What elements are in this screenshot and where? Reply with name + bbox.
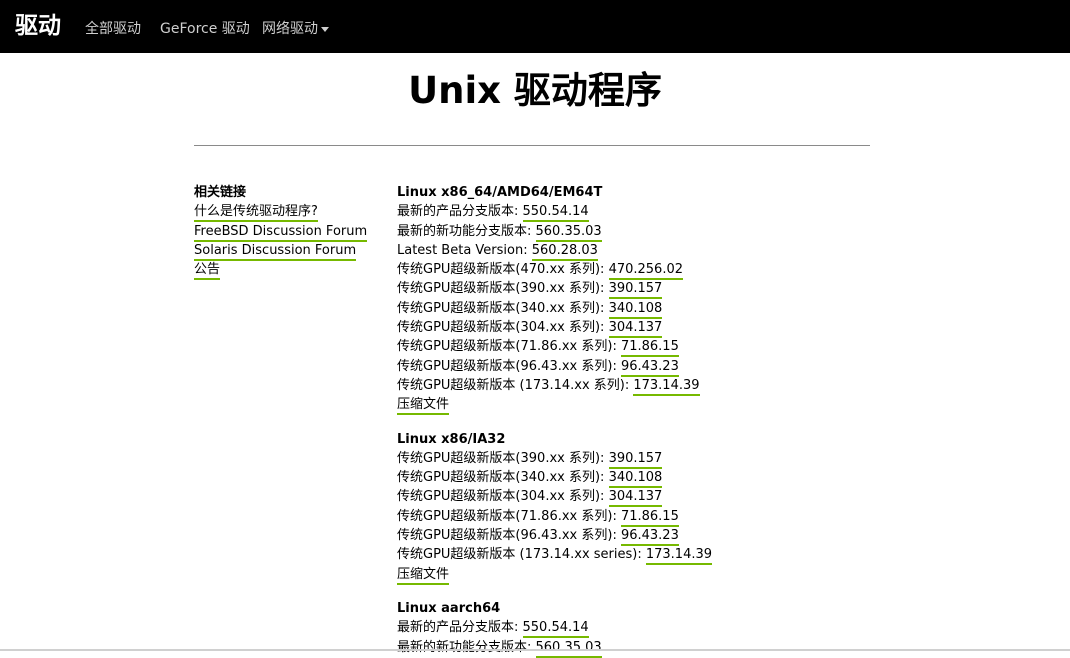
driver-label: 传统GPU超级新版本 (173.14.xx 系列): xyxy=(397,377,634,393)
chevron-down-icon[interactable] xyxy=(321,27,329,32)
driver-label: 传统GPU超级新版本(96.43.xx 系列): xyxy=(397,358,621,374)
nav-geforce-drivers[interactable]: GeForce 驱动 xyxy=(160,20,250,38)
driver-label: 传统GPU超级新版本(470.xx 系列): xyxy=(397,262,609,278)
driver-version-link[interactable]: 340.108 xyxy=(608,300,663,319)
driver-label: 传统GPU超级新版本(340.xx 系列): xyxy=(397,470,609,486)
driver-row: 最新的新功能分支版本: 560.35.03 xyxy=(397,638,877,658)
driver-row: 传统GPU超级新版本(390.xx 系列): 390.157 xyxy=(397,449,877,469)
driver-row: 压缩文件 xyxy=(397,395,877,416)
driver-row: 压缩文件 xyxy=(397,565,877,585)
driver-row: 最新的新功能分支版本: 560.35.03 xyxy=(397,222,877,242)
sidebar-link-freebsd-forum[interactable]: FreeBSD Discussion Forum xyxy=(194,223,368,242)
driver-row: 传统GPU超级新版本(96.43.xx 系列): 96.43.23 xyxy=(397,526,877,547)
driver-version-link[interactable]: 470.256.02 xyxy=(608,262,683,281)
driver-label: 传统GPU超级新版本(304.xx 系列): xyxy=(397,320,609,336)
driver-row: 最新的产品分支版本: 550.54.14 xyxy=(397,202,877,223)
section-title: Linux aarch64 xyxy=(397,600,501,616)
sidebar-heading: 相关链接 xyxy=(194,185,247,200)
driver-label: Latest Beta Version: xyxy=(397,242,532,258)
sidebar-link-legacy-drivers[interactable]: 什么是传统驱动程序? xyxy=(194,204,318,223)
driver-label: 传统GPU超级新版本(340.xx 系列): xyxy=(397,300,609,316)
driver-label: 最新的产品分支版本: xyxy=(397,620,523,636)
driver-label: 最新的新功能分支版本: xyxy=(397,639,536,655)
driver-label: 最新的产品分支版本: xyxy=(397,204,523,220)
nav-network-drivers[interactable]: 网络驱动 xyxy=(262,20,318,38)
driver-version-link[interactable]: 390.157 xyxy=(608,281,663,300)
brand-logo[interactable]: 驱动 xyxy=(15,11,61,41)
divider xyxy=(194,145,870,146)
driver-version-link[interactable]: 550.54.14 xyxy=(522,620,589,639)
driver-row: 传统GPU超级新版本(304.xx 系列): 304.137 xyxy=(397,487,877,508)
driver-version-link[interactable]: 550.54.14 xyxy=(522,204,589,223)
sidebar-link-solaris-forum[interactable]: Solaris Discussion Forum xyxy=(194,242,357,261)
driver-version-link[interactable]: 304.137 xyxy=(608,489,663,508)
section-title: Linux x86/IA32 xyxy=(397,431,506,447)
driver-row: 传统GPU超级新版本(304.xx 系列): 304.137 xyxy=(397,318,877,339)
driver-row: 传统GPU超级新版本(71.86.xx 系列): 71.86.15 xyxy=(397,337,877,358)
driver-row: 传统GPU超级新版本(96.43.xx 系列): 96.43.23 xyxy=(397,357,877,377)
driver-label: 传统GPU超级新版本(390.xx 系列): xyxy=(397,281,609,297)
driver-label: 传统GPU超级新版本 (173.14.xx series): xyxy=(397,547,646,563)
driver-label: 传统GPU超级新版本(71.86.xx 系列): xyxy=(397,339,621,355)
driver-row: Latest Beta Version: 560.28.03 xyxy=(397,241,877,261)
page-title: Unix 驱动程序 xyxy=(408,69,662,112)
driver-version-link[interactable]: 390.157 xyxy=(608,450,663,469)
driver-row: 传统GPU超级新版本 (173.14.xx 系列): 173.14.39 xyxy=(397,376,877,396)
driver-row: 传统GPU超级新版本 (173.14.xx series): 173.14.39 xyxy=(397,545,877,566)
driver-label: 传统GPU超级新版本(96.43.xx 系列): xyxy=(397,528,621,544)
driver-version-link[interactable]: 560.35.03 xyxy=(535,223,602,242)
driver-version-link[interactable]: 173.14.39 xyxy=(645,547,713,566)
sidebar-link-announcements[interactable]: 公告 xyxy=(194,262,221,281)
driver-row: 传统GPU超级新版本(470.xx 系列): 470.256.02 xyxy=(397,260,877,281)
archive-link[interactable]: 压缩文件 xyxy=(397,397,450,416)
driver-version-link[interactable]: 96.43.23 xyxy=(620,358,679,377)
archive-link[interactable]: 压缩文件 xyxy=(397,566,450,585)
driver-label: 最新的新功能分支版本: xyxy=(397,223,536,239)
driver-label: 传统GPU超级新版本(71.86.xx 系列): xyxy=(397,508,621,524)
driver-version-link[interactable]: 560.28.03 xyxy=(531,242,598,261)
top-navbar: 驱动 全部驱动 GeForce 驱动 网络驱动 xyxy=(0,0,1070,53)
driver-row: 传统GPU超级新版本(340.xx 系列): 340.108 xyxy=(397,468,877,489)
driver-row: 传统GPU超级新版本(340.xx 系列): 340.108 xyxy=(397,299,877,319)
driver-list: Linux x86_64/AMD64/EM64T 最新的产品分支版本: 550.… xyxy=(397,183,877,658)
driver-label: 传统GPU超级新版本(390.xx 系列): xyxy=(397,450,609,466)
nav-all-drivers[interactable]: 全部驱动 xyxy=(85,20,141,38)
driver-version-link[interactable]: 96.43.23 xyxy=(620,528,679,547)
driver-row: 传统GPU超级新版本(71.86.xx 系列): 71.86.15 xyxy=(397,507,877,527)
driver-version-link[interactable]: 71.86.15 xyxy=(620,508,679,527)
driver-version-link[interactable]: 173.14.39 xyxy=(633,377,700,396)
driver-version-link[interactable]: 71.86.15 xyxy=(620,339,679,358)
driver-version-link[interactable]: 304.137 xyxy=(608,320,663,339)
sidebar-related-links: 相关链接 什么是传统驱动程序? FreeBSD Discussion Forum… xyxy=(194,183,384,281)
section-title: Linux x86_64/AMD64/EM64T xyxy=(397,185,603,200)
driver-version-link[interactable]: 340.108 xyxy=(608,470,663,489)
driver-row: 最新的产品分支版本: 550.54.14 xyxy=(397,618,877,639)
driver-label: 传统GPU超级新版本(304.xx 系列): xyxy=(397,489,609,505)
driver-row: 传统GPU超级新版本(390.xx 系列): 390.157 xyxy=(397,279,877,300)
